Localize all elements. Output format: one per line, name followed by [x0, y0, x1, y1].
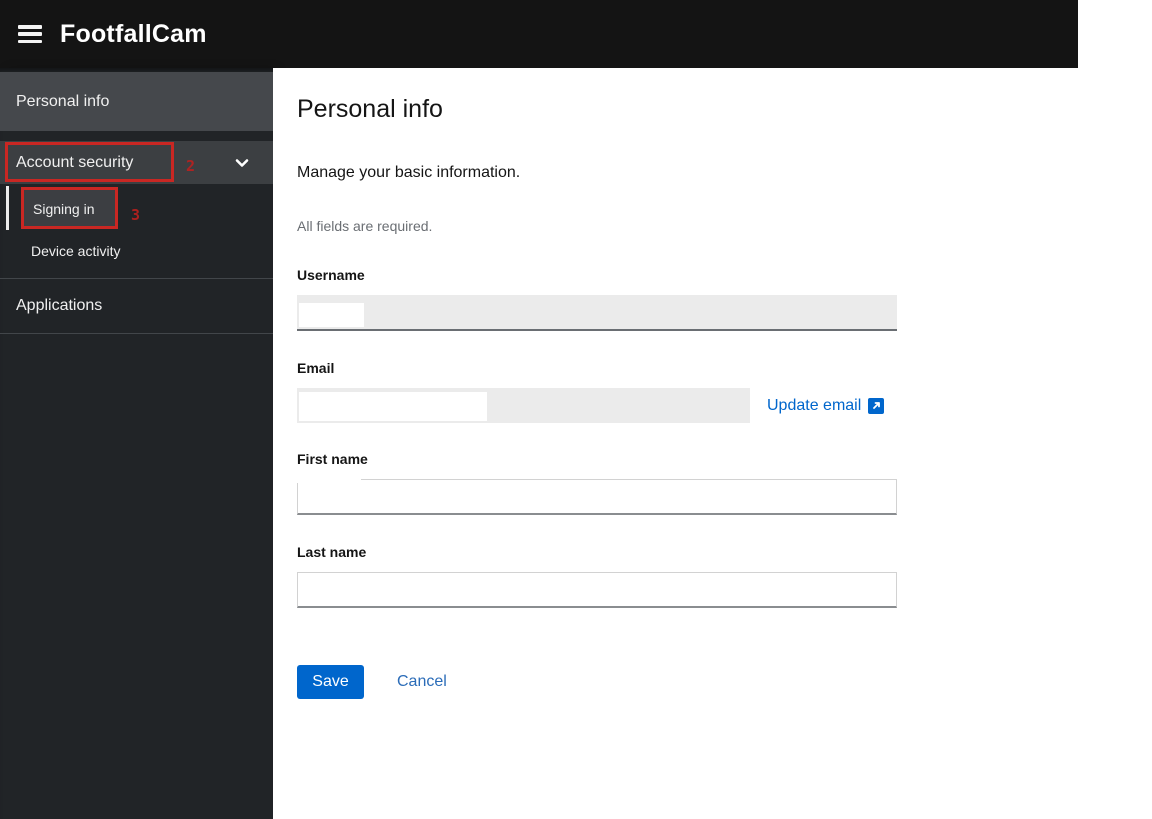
first-name-input[interactable] [297, 476, 897, 515]
email-group: Email Update email [297, 360, 897, 423]
sidebar-subnav: Signing in Device activity [0, 184, 273, 271]
redaction-overlay [299, 392, 487, 421]
email-label: Email [297, 360, 335, 376]
username-group: Username [297, 267, 897, 331]
chevron-down-icon [235, 156, 249, 170]
page-title: Personal info [297, 95, 443, 123]
sidebar-subitem-label: Device activity [31, 243, 121, 259]
username-input [297, 295, 897, 331]
required-fields-note: All fields are required. [297, 218, 433, 234]
email-input [297, 388, 750, 423]
brand-title: FootfallCam [60, 19, 207, 48]
hamburger-icon[interactable] [18, 25, 42, 43]
app-window: FootfallCam Personal info Account securi… [0, 0, 1078, 819]
sidebar-item-label: Personal info [16, 92, 110, 110]
last-name-group: Last name [297, 544, 897, 608]
first-name-group: First name [297, 451, 897, 515]
sidebar-subitem-signing-in[interactable]: Signing in [21, 188, 117, 229]
page: FootfallCam Personal info Account securi… [0, 0, 1152, 819]
redaction-overlay [297, 476, 361, 483]
sidebar-item-applications[interactable]: Applications [0, 279, 273, 334]
email-input-wrap [297, 388, 750, 423]
sidebar-subitem-signing-in-row: Signing in [0, 186, 273, 231]
sidebar-item-account-security[interactable]: Account security [0, 141, 273, 184]
sidebar-item-label: Applications [16, 297, 103, 314]
sidebar-subitem-device-activity[interactable]: Device activity [0, 231, 273, 271]
sidebar-subitem-label: Signing in [33, 200, 95, 217]
first-name-label: First name [297, 451, 368, 467]
last-name-label: Last name [297, 544, 367, 560]
save-button[interactable]: Save [297, 665, 364, 699]
personal-info-form: Username Email Update email First name L… [297, 267, 897, 699]
redaction-overlay [299, 303, 364, 327]
last-name-input[interactable] [297, 572, 897, 608]
form-actions: Save Cancel [297, 665, 897, 699]
update-email-label: Update email [767, 396, 862, 414]
update-email-link[interactable]: Update email [767, 396, 885, 415]
app-header: FootfallCam [0, 0, 1078, 68]
sidebar: Personal info Account security Signing i… [0, 68, 273, 819]
cancel-link[interactable]: Cancel [397, 673, 447, 691]
email-row: Update email [297, 388, 897, 423]
main-content: Personal info Manage your basic informat… [273, 68, 1078, 819]
sidebar-item-personal-info[interactable]: Personal info [0, 72, 273, 131]
page-description: Manage your basic information. [297, 164, 521, 181]
sidebar-item-label: Account security [16, 153, 134, 171]
current-item-indicator [6, 186, 9, 230]
username-label: Username [297, 267, 365, 283]
external-link-icon [868, 397, 885, 414]
